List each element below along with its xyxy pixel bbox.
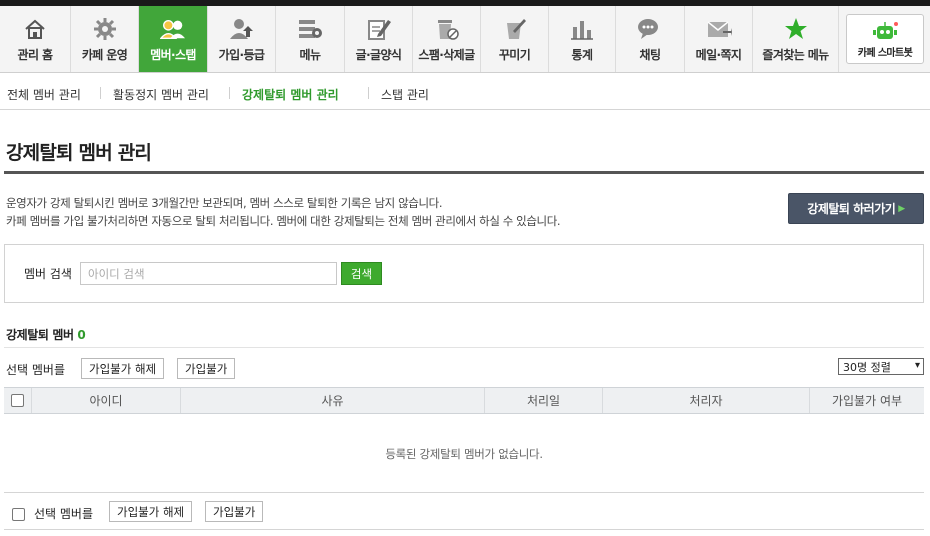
- nav-item-label: 카페 운영: [81, 48, 128, 62]
- main-nav: 관리 홈 카페 운영 멤버·스탭 가입·등급 메뉴 글·글양식 스팸·삭제글 꾸…: [0, 6, 930, 73]
- footer-divider: [4, 529, 924, 530]
- column-header-ban-status[interactable]: 가입불가 여부: [810, 388, 924, 413]
- nav-item-member-staff[interactable]: 멤버·스탭: [139, 6, 208, 72]
- robot-icon: [871, 21, 899, 41]
- search-button[interactable]: 검색: [341, 262, 382, 285]
- selected-members-label: 선택 멤버를: [6, 363, 66, 377]
- cafe-smartbot-button[interactable]: 카페 스마트봇: [846, 14, 924, 64]
- nav-item-statistics[interactable]: 통계: [549, 6, 616, 72]
- subnav-all-members[interactable]: 전체 멤버 관리: [7, 86, 81, 103]
- banned-count-heading: 강제탈퇴 멤버 0: [6, 326, 86, 343]
- nav-item-label: 멤버·스탭: [150, 48, 196, 62]
- nav-item-join-grade[interactable]: 가입·등급: [208, 6, 276, 72]
- subnav-divider: [100, 87, 101, 99]
- page-title: 강제탈퇴 멤버 관리: [6, 142, 152, 164]
- subnav-banned-members[interactable]: 강제탈퇴 멤버 관리: [242, 86, 339, 103]
- trash-icon: [434, 17, 460, 41]
- unban-button[interactable]: 가입불가 해제: [81, 358, 165, 379]
- nav-item-label: 글·글양식: [355, 48, 402, 62]
- title-divider: [4, 171, 924, 174]
- nav-item-chat[interactable]: 채팅: [616, 6, 685, 72]
- chevron-down-icon: ▾: [914, 360, 920, 371]
- home-icon: [22, 17, 48, 41]
- pencil-doc-icon: [366, 17, 392, 41]
- sort-select[interactable]: 30명 정렬 ▾: [838, 358, 924, 375]
- column-header-date[interactable]: 처리일: [485, 388, 603, 413]
- nav-item-decorate[interactable]: 꾸미기: [481, 6, 549, 72]
- nav-item-admin-home[interactable]: 관리 홈: [0, 6, 71, 72]
- nav-item-spam-deleted[interactable]: 스팸·삭제글: [413, 6, 481, 72]
- chat-bubble-icon: [637, 17, 663, 41]
- table-header: 아이디 사유 처리일 처리자 가입불가 여부: [4, 387, 924, 414]
- unban-button-bottom[interactable]: 가입불가 해제: [109, 501, 193, 522]
- bar-chart-icon: [569, 17, 595, 41]
- arrow-right-icon: ▶: [898, 203, 905, 214]
- banned-count-value: 0: [77, 328, 86, 342]
- go-ban-member-button[interactable]: 강제탈퇴 하러가기 ▶: [788, 193, 924, 224]
- smartbot-label: 카페 스마트봇: [857, 48, 913, 59]
- column-header-id[interactable]: 아이디: [32, 388, 181, 413]
- select-all-checkbox-bottom[interactable]: [12, 508, 25, 521]
- member-search-input[interactable]: [80, 262, 337, 285]
- sub-nav: 전체 멤버 관리 활동정지 멤버 관리 강제탈퇴 멤버 관리 스탭 관리: [0, 73, 930, 110]
- nav-item-label: 가입·등급: [218, 48, 265, 62]
- notice-line-1: 운영자가 강제 탈퇴시킨 멤버로 3개월간만 보관되며, 멤버 스스로 탈퇴한 …: [6, 196, 443, 210]
- column-header-reason[interactable]: 사유: [181, 388, 485, 413]
- notice-line-2: 카페 멤버를 가입 불가처리하면 자동으로 탈퇴 처리됩니다. 멤버에 대한 강…: [6, 214, 561, 228]
- paint-brush-icon: [502, 17, 528, 41]
- subnav-divider: [229, 87, 230, 99]
- nav-item-mail-note[interactable]: 메일·쪽지: [685, 6, 753, 72]
- table-bottom-divider: [4, 492, 924, 493]
- empty-list-message: 등록된 강제탈퇴 멤버가 없습니다.: [385, 447, 543, 461]
- star-icon: [783, 17, 809, 41]
- ban-button[interactable]: 가입불가: [177, 358, 236, 379]
- subnav-divider: [368, 87, 369, 99]
- header-checkbox-cell: [4, 388, 32, 413]
- members-icon: [160, 17, 186, 41]
- nav-item-label: 즐겨찾는 메뉴: [762, 48, 829, 62]
- nav-item-label: 통계: [571, 48, 593, 62]
- nav-item-label: 메뉴: [299, 48, 321, 62]
- search-label: 멤버 검색: [24, 267, 72, 281]
- gear-icon: [92, 17, 118, 41]
- subnav-staff[interactable]: 스탭 관리: [381, 86, 429, 103]
- count-divider: [4, 347, 924, 348]
- nav-item-menu[interactable]: 메뉴: [276, 6, 345, 72]
- nav-item-label: 메일·쪽지: [695, 48, 742, 62]
- select-all-checkbox[interactable]: [11, 394, 24, 407]
- subnav-suspended-members[interactable]: 활동정지 멤버 관리: [113, 86, 209, 103]
- nav-item-favorite-menu[interactable]: 즐겨찾는 메뉴: [753, 6, 839, 72]
- ban-button-bottom[interactable]: 가입불가: [205, 501, 264, 522]
- member-upgrade-icon: [229, 17, 255, 41]
- nav-item-posts-templates[interactable]: 글·글양식: [345, 6, 413, 72]
- banned-count-label: 강제탈퇴 멤버: [6, 328, 74, 342]
- sort-select-value: 30명 정렬: [843, 360, 891, 374]
- menu-settings-icon: [297, 17, 323, 41]
- nav-item-label: 스팸·삭제글: [418, 48, 475, 62]
- nav-item-label: 관리 홈: [17, 48, 54, 62]
- selected-members-label-bottom: 선택 멤버를: [34, 507, 94, 521]
- nav-item-cafe-operation[interactable]: 카페 운영: [71, 6, 139, 72]
- mail-icon: [706, 17, 732, 41]
- go-ban-member-label: 강제탈퇴 하러가기: [807, 202, 896, 216]
- nav-item-label: 채팅: [639, 48, 661, 62]
- nav-item-label: 꾸미기: [498, 48, 531, 62]
- column-header-handler[interactable]: 처리자: [603, 388, 810, 413]
